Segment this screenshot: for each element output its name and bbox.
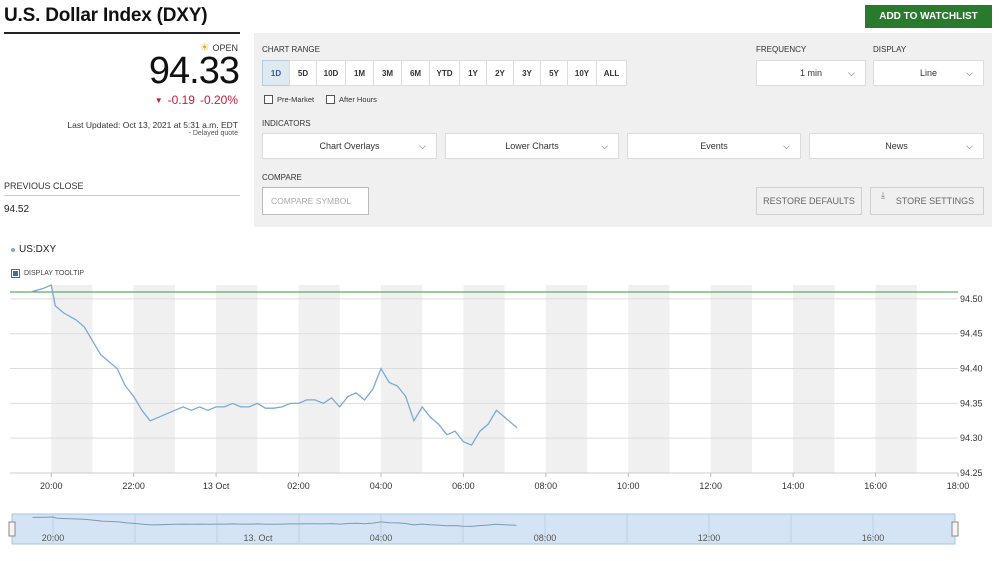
hour-band (51, 285, 93, 473)
x-tick-label: 20:00 (40, 481, 63, 491)
x-tick-label: 12:00 (699, 481, 722, 491)
y-tick-label: 94.50 (960, 294, 983, 304)
x-tick-label: 06:00 (452, 481, 475, 491)
hour-band (710, 285, 752, 473)
navigator-window (11, 513, 956, 545)
navigator-tick-label: 04:00 (370, 533, 393, 543)
price-chart[interactable]: 94.50 94.45 94.40 94.35 94.30 94.25 20:00 22:00… (0, 0, 1000, 561)
x-tick-label: 14:00 (782, 481, 805, 491)
y-tick-label: 94.40 (960, 364, 983, 374)
y-tick-label: 94.30 (960, 433, 983, 443)
navigator-tick-label: 12:00 (698, 533, 721, 543)
hour-band (545, 285, 588, 473)
hour-band (875, 285, 917, 473)
y-tick-label: 94.35 (960, 398, 983, 408)
x-tick-label: 10:00 (617, 481, 640, 491)
x-tick-label: 04:00 (370, 481, 393, 491)
y-tick-label: 94.25 (960, 468, 983, 478)
navigator-handle (951, 521, 959, 537)
navigator-tick-label: 16:00 (862, 533, 885, 543)
series-line (30, 284, 518, 446)
x-tick-label: 08:00 (535, 481, 558, 491)
navigator-tick-label: 13. Oct (243, 533, 273, 543)
hour-band (793, 285, 835, 473)
hour-band (133, 285, 175, 473)
y-tick-label: 94.45 (960, 329, 983, 339)
hour-band (216, 285, 258, 473)
x-tick-label: 13 Oct (203, 481, 230, 491)
x-tick-label: 02:00 (287, 481, 310, 491)
x-tick-label: 16:00 (864, 481, 887, 491)
navigator-tick-label: 20:00 (42, 533, 65, 543)
x-tick-label: 18:00 (947, 481, 970, 491)
hour-band (298, 285, 340, 473)
navigator-tick-label: 08:00 (534, 533, 557, 543)
hour-band (628, 285, 670, 473)
navigator-handle (8, 521, 16, 537)
x-tick-label: 22:00 (122, 481, 145, 491)
